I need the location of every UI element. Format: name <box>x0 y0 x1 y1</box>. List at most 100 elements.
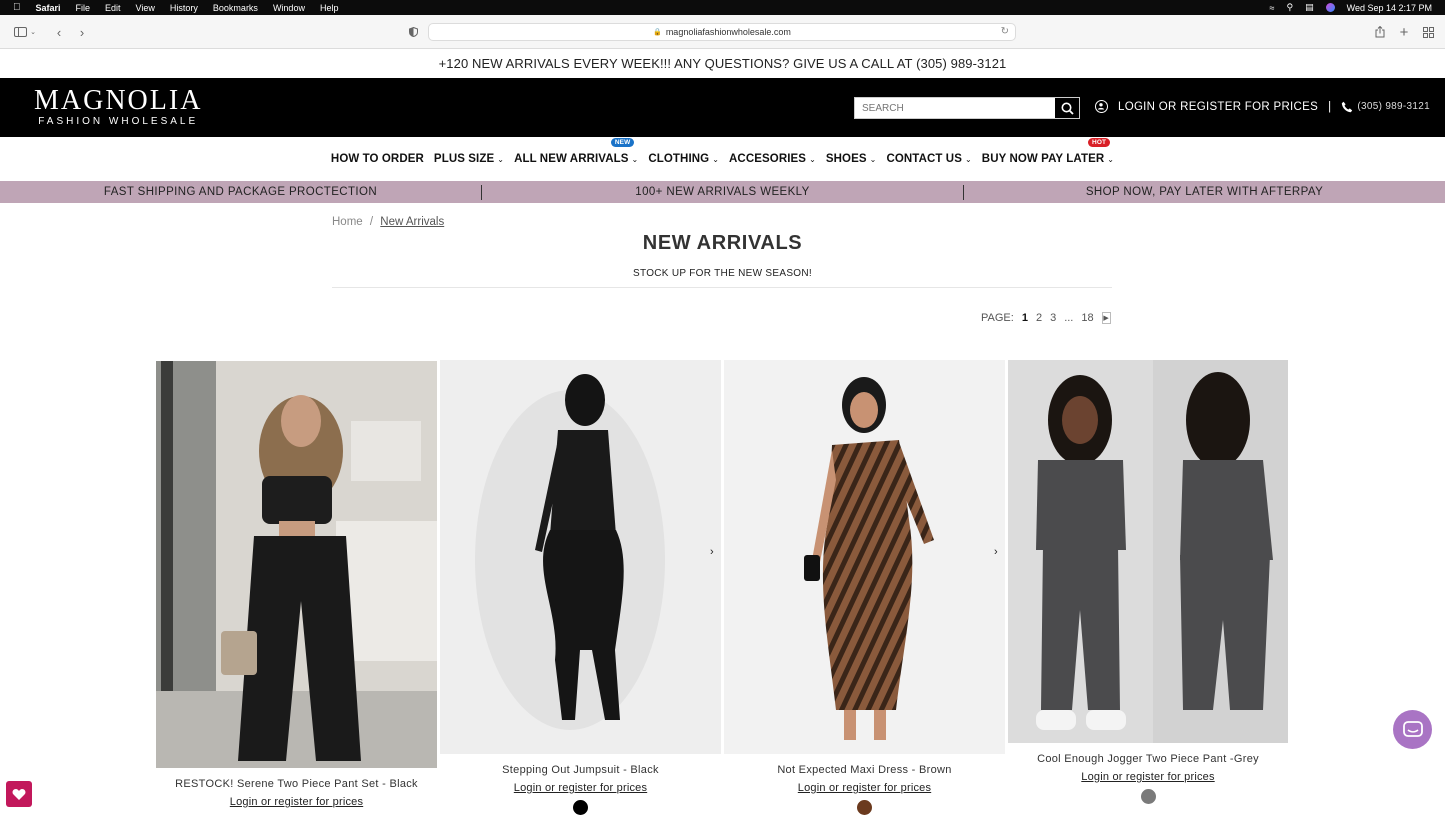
breadcrumb-separator: / <box>369 216 374 228</box>
login-for-price-link[interactable]: Login or register for prices <box>1008 771 1288 783</box>
page-1-link[interactable]: 1 <box>1022 312 1028 324</box>
nav-buy-now-pay-later[interactable]: HOT BUY NOW PAY LATER ⌄ <box>981 138 1115 165</box>
main-navigation: HOW TO ORDER PLUS SIZE ⌄ NEW ALL NEW ARRIV… <box>0 137 1445 181</box>
next-page-button[interactable]: ▶ <box>1101 312 1111 324</box>
site-logo[interactable]: MAGNOLIA FASHION WHOLESALE <box>34 85 203 128</box>
header-phone[interactable]: (305) 989-3121 <box>1341 101 1430 113</box>
phone-number: (305) 989-3121 <box>1357 101 1430 112</box>
header-separator: | <box>1328 100 1332 113</box>
address-bar[interactable]: 🔒 magnoliafashionwholesale.com ↻ <box>428 23 1016 41</box>
breadcrumb-current[interactable]: New Arrivals <box>380 216 444 228</box>
announcement-bar: +120 NEW ARRIVALS EVERY WEEK!!! ANY QUES… <box>438 56 1007 71</box>
control-center-icon[interactable]: ▤ <box>1305 2 1314 13</box>
nav-plus-size[interactable]: PLUS SIZE ⌄ <box>434 153 504 165</box>
share-icon[interactable] <box>1372 15 1388 49</box>
product-image[interactable] <box>724 360 1005 754</box>
menu-history[interactable]: History <box>170 3 198 13</box>
lock-icon: 🔒 <box>653 29 662 36</box>
page-2-link[interactable]: 2 <box>1036 312 1042 324</box>
privacy-shield-icon[interactable] <box>405 15 421 49</box>
macos-menubar:  Safari File Edit View History Bookmark… <box>0 0 1445 15</box>
page-18-link[interactable]: 18 <box>1081 312 1093 324</box>
chat-launcher-button[interactable] <box>1393 710 1432 749</box>
site-header: MAGNOLIA FASHION WHOLESALE LOGIN OR REGI… <box>0 78 1445 137</box>
search-input[interactable] <box>855 98 1055 118</box>
url-text: magnoliafashionwholesale.com <box>665 27 791 37</box>
heart-icon <box>12 788 26 800</box>
nav-label: ALL NEW ARRIVALS <box>514 153 629 165</box>
chevron-down-icon: ⌄ <box>1107 155 1115 164</box>
menu-safari[interactable]: Safari <box>36 3 61 13</box>
chevron-down-icon: ⌄ <box>497 155 505 164</box>
product-name[interactable]: RESTOCK! Serene Two Piece Pant Set - Bla… <box>156 778 437 790</box>
chevron-down-icon: ⌄ <box>712 155 720 164</box>
chevron-down-icon: ⌄ <box>631 155 639 164</box>
login-for-price-link[interactable]: Login or register for prices <box>724 782 1005 794</box>
search-icon <box>1061 102 1074 115</box>
menu-file[interactable]: File <box>76 3 91 13</box>
color-swatch[interactable] <box>1140 789 1156 804</box>
browser-toolbar: ⌄ ‹ › 🔒 magnoliafashionwholesale.com ↻ + <box>0 15 1445 49</box>
menu-window[interactable]: Window <box>273 3 305 13</box>
tab-overview-icon[interactable] <box>1420 15 1436 49</box>
nav-accesories[interactable]: ACCESORIES ⌄ <box>729 153 816 165</box>
menu-bookmarks[interactable]: Bookmarks <box>213 3 258 13</box>
menu-edit[interactable]: Edit <box>105 3 121 13</box>
nav-how-to-order[interactable]: HOW TO ORDER <box>331 153 424 165</box>
reload-icon[interactable]: ↻ <box>1001 26 1009 37</box>
wifi-icon[interactable]: ≈ <box>1270 3 1275 13</box>
menubar-datetime[interactable]: Wed Sep 14 2:17 PM <box>1347 3 1432 13</box>
breadcrumb-home[interactable]: Home <box>332 216 363 228</box>
product-name[interactable]: Not Expected Maxi Dress - Brown <box>724 764 1005 776</box>
nav-label: SHOES <box>825 153 867 165</box>
nav-label: CLOTHING <box>648 153 710 165</box>
account-area: LOGIN OR REGISTER FOR PRICES | (305) 989… <box>1095 100 1430 113</box>
chevron-down-icon: ⌄ <box>964 155 972 164</box>
breadcrumb: Home / New Arrivals <box>332 216 444 228</box>
login-for-price-link[interactable]: Login or register for prices <box>156 796 437 808</box>
logo-main-text: MAGNOLIA <box>34 85 203 116</box>
sidebar-toggle-icon[interactable]: ⌄ <box>12 15 38 49</box>
nav-all-new-arrivals[interactable]: NEW ALL NEW ARRIVALS ⌄ <box>514 138 639 165</box>
search-button[interactable] <box>1055 98 1079 118</box>
back-icon[interactable]: ‹ <box>52 15 66 49</box>
next-image-icon[interactable]: › <box>994 546 998 558</box>
login-register-link[interactable]: LOGIN OR REGISTER FOR PRICES <box>1118 101 1318 113</box>
product-name[interactable]: Stepping Out Jumpsuit - Black <box>440 764 721 776</box>
nav-label: HOW TO ORDER <box>330 153 424 165</box>
page-3-link[interactable]: 3 <box>1050 312 1056 324</box>
nav-label: BUY NOW PAY LATER <box>981 153 1105 165</box>
divider <box>332 287 1112 288</box>
wishlist-button[interactable] <box>6 781 32 807</box>
product-card[interactable]: › Stepping Out Jumpsuit - Black Login or… <box>440 360 721 815</box>
chevron-down-icon: ⌄ <box>809 155 816 164</box>
product-name[interactable]: Cool Enough Jogger Two Piece Pant -Grey <box>1008 753 1288 765</box>
product-image[interactable] <box>1008 360 1288 743</box>
menu-help[interactable]: Help <box>320 3 339 13</box>
nav-label: ACCESORIES <box>729 153 807 165</box>
user-icon[interactable] <box>1095 100 1108 113</box>
product-card[interactable]: Cool Enough Jogger Two Piece Pant -Grey … <box>1008 360 1288 813</box>
login-for-price-link[interactable]: Login or register for prices <box>440 782 721 794</box>
nav-shoes[interactable]: SHOES ⌄ <box>826 153 877 165</box>
page-title: NEW ARRIVALS <box>642 232 803 254</box>
product-image[interactable] <box>156 361 437 768</box>
nav-contact-us[interactable]: CONTACT US ⌄ <box>886 153 971 165</box>
forward-icon[interactable]: › <box>75 15 89 49</box>
spotlight-search-icon[interactable]: ⚲ <box>1287 2 1294 13</box>
apple-menu-icon[interactable]:  <box>13 2 21 13</box>
product-card[interactable]: › Not Expected Maxi Dress - Brown Login … <box>724 360 1005 815</box>
product-image[interactable] <box>440 360 721 754</box>
siri-icon[interactable] <box>1325 3 1335 12</box>
phone-icon <box>1342 101 1353 112</box>
new-tab-icon[interactable]: + <box>1396 15 1412 49</box>
nav-label: CONTACT US <box>886 153 962 165</box>
product-card[interactable]: RESTOCK! Serene Two Piece Pant Set - Bla… <box>156 361 437 813</box>
promo-afterpay: SHOP NOW, PAY LATER WITH AFTERPAY <box>1085 186 1324 198</box>
search-form <box>854 97 1080 119</box>
menu-view[interactable]: View <box>136 3 155 13</box>
chevron-down-icon: ⌄ <box>869 155 877 164</box>
nav-clothing[interactable]: CLOTHING ⌄ <box>648 153 719 165</box>
next-image-icon[interactable]: › <box>710 546 714 558</box>
promo-strip: FAST SHIPPING AND PACKAGE PROCTECTION 10… <box>0 181 1445 203</box>
